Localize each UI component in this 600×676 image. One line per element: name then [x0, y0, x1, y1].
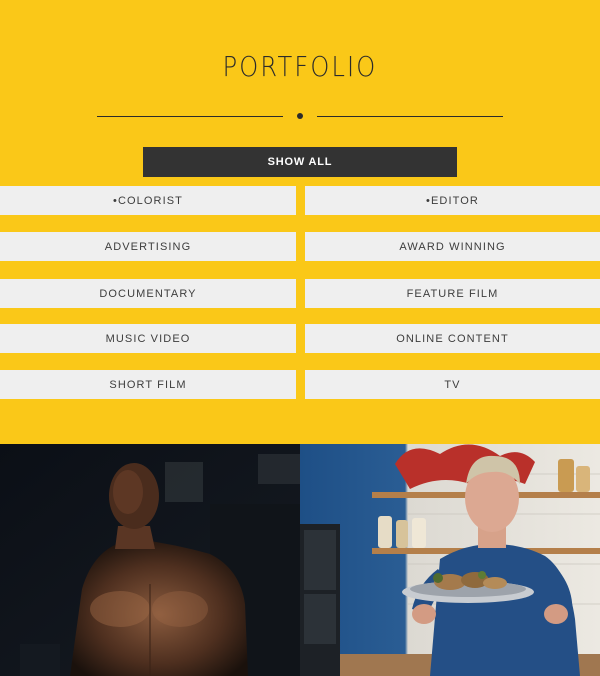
filter-award-winning[interactable]: AWARD WINNING — [305, 232, 600, 261]
filter-feature-film[interactable]: FEATURE FILM — [305, 279, 600, 308]
filter-online-content[interactable]: ONLINE CONTENT — [305, 324, 600, 353]
filter-editor[interactable]: •EDITOR — [305, 186, 600, 215]
filter-advertising[interactable]: ADVERTISING — [0, 232, 296, 261]
portfolio-section: PORTFOLIO SHOW ALL •COLORIST •EDITOR ADV… — [0, 0, 600, 676]
divider-line-right — [317, 116, 503, 117]
filter-music-video[interactable]: MUSIC VIDEO — [0, 324, 296, 353]
chef-kitchen-thumbnail[interactable] — [300, 444, 600, 676]
show-all-button[interactable]: SHOW ALL — [143, 147, 457, 177]
filter-tv[interactable]: TV — [305, 370, 600, 399]
divider-line-left — [97, 116, 283, 117]
filter-short-film[interactable]: SHORT FILM — [0, 370, 296, 399]
title-divider — [0, 112, 600, 120]
filter-colorist[interactable]: •COLORIST — [0, 186, 296, 215]
boxer-portrait-image — [0, 444, 300, 676]
divider-dot — [297, 113, 303, 119]
chef-kitchen-image — [300, 444, 600, 676]
boxer-portrait-thumbnail[interactable] — [0, 444, 300, 676]
filter-documentary[interactable]: DOCUMENTARY — [0, 279, 296, 308]
page-title: PORTFOLIO — [222, 50, 378, 83]
